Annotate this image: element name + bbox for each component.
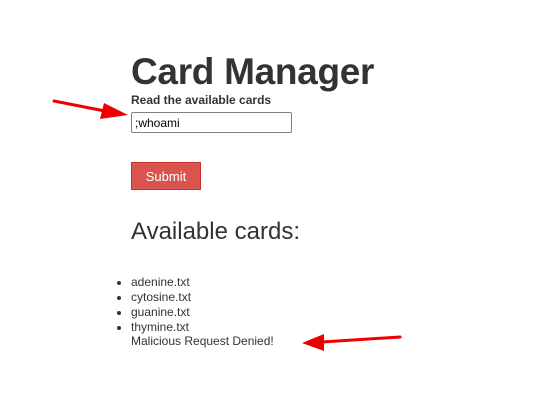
red-arrow-icon: [52, 99, 128, 119]
card-name-input[interactable]: [131, 112, 292, 133]
page-title: Card Manager: [131, 51, 375, 92]
red-arrow-icon: [302, 334, 402, 351]
submit-button[interactable]: Submit: [131, 162, 201, 190]
card-list-item: cytosine.txt: [131, 290, 191, 305]
card-list-item: guanine.txt: [131, 305, 191, 320]
cards-list: adenine.txt cytosine.txt guanine.txt thy…: [131, 275, 191, 335]
card-list-item: thymine.txt: [131, 320, 191, 335]
available-cards-heading: Available cards:: [131, 218, 300, 245]
card-list-item: adenine.txt: [131, 275, 191, 290]
result-message: Malicious Request Denied!: [131, 334, 274, 348]
page: Card Manager Read the available cards Su…: [0, 0, 545, 412]
cards-field-label: Read the available cards: [131, 93, 272, 107]
